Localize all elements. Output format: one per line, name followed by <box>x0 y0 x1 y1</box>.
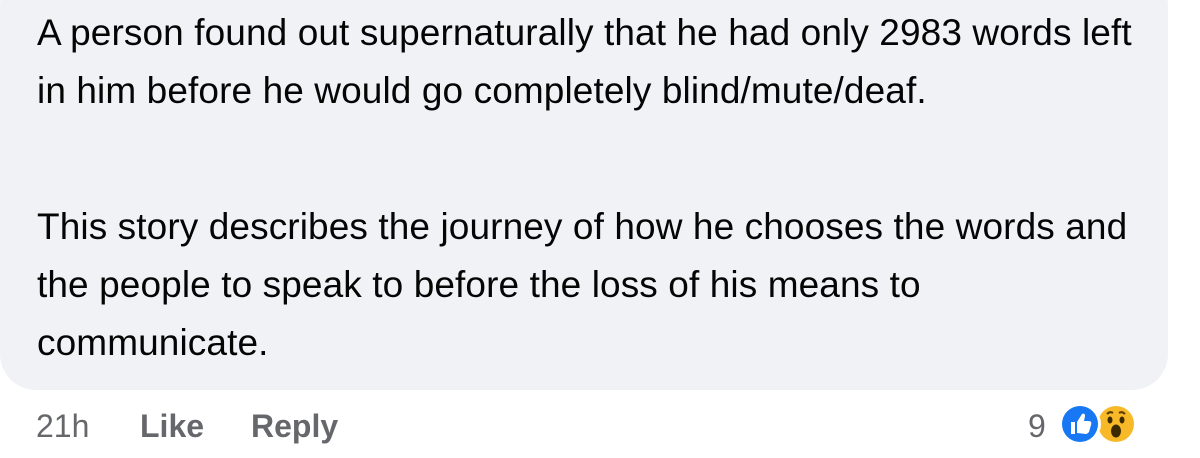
comment-paragraph-1: A person found out supernaturally that h… <box>37 12 1132 111</box>
comment-timestamp[interactable]: 21h <box>36 408 89 445</box>
reaction-count: 9 <box>1028 408 1046 444</box>
like-icon <box>1059 403 1101 445</box>
reply-button[interactable]: Reply <box>251 408 338 445</box>
like-button[interactable]: Like <box>140 408 204 445</box>
reaction-summary[interactable]: 9 <box>1028 400 1168 458</box>
comment-paragraph-2: This story describes the journey of how … <box>37 206 1128 363</box>
comment-footer: 21h Like Reply 9 <box>0 400 1200 458</box>
